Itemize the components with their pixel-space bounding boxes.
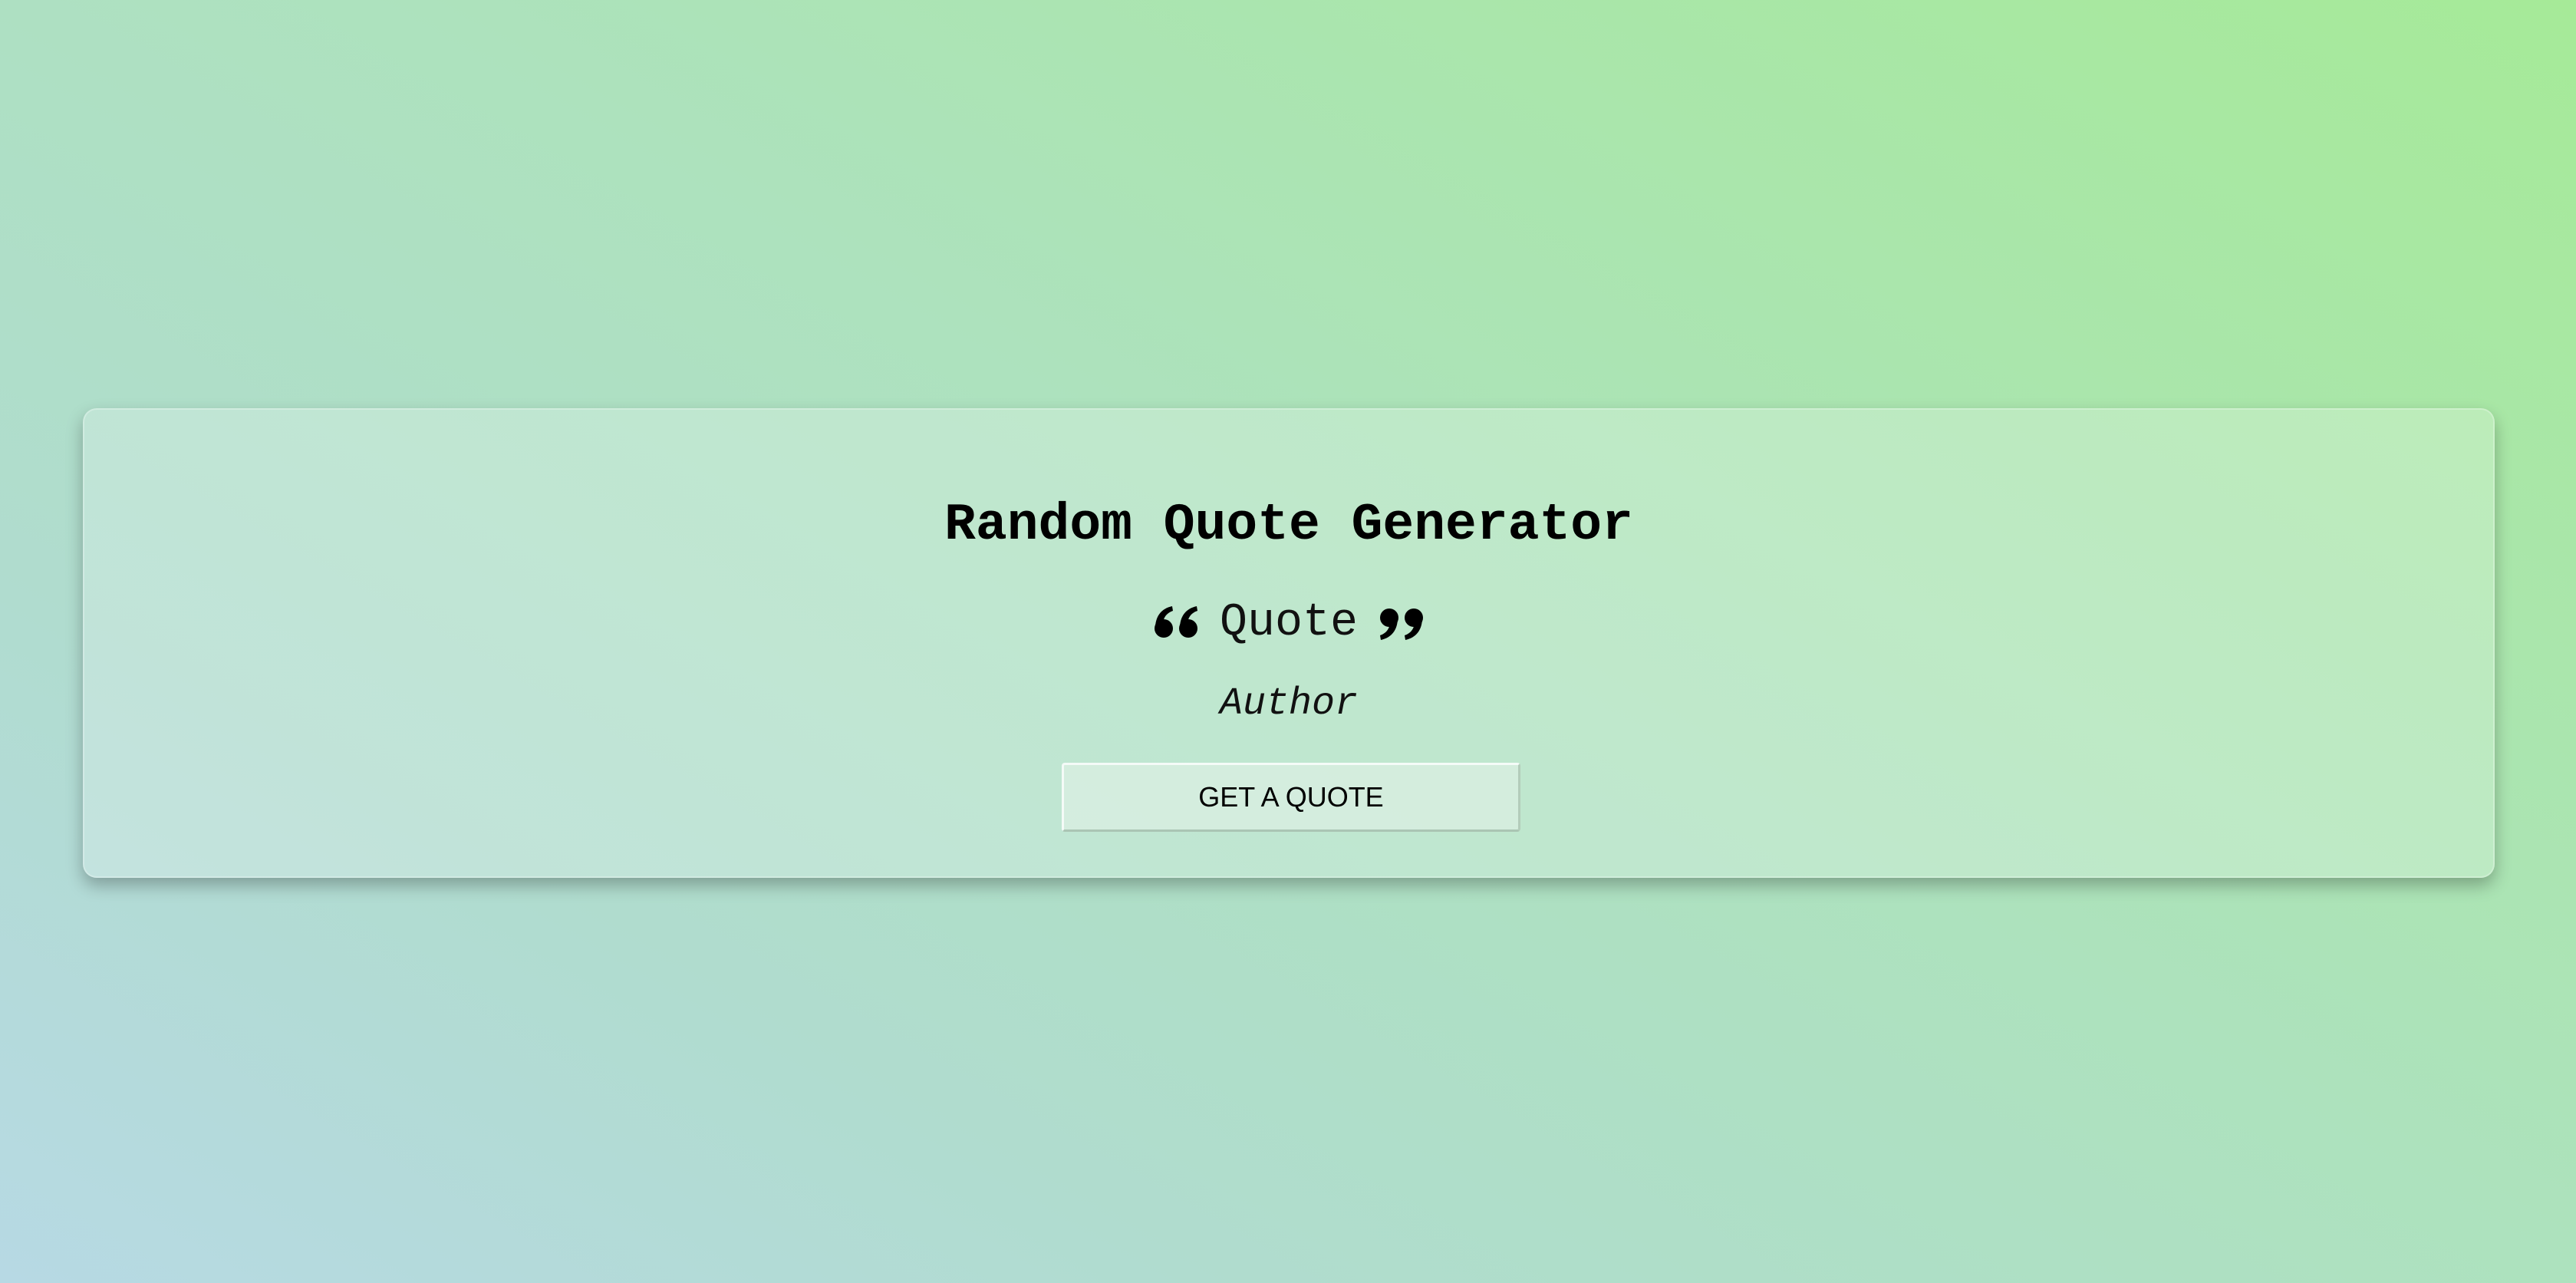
- page-title: Random Quote Generator: [944, 496, 1633, 555]
- get-quote-button[interactable]: GET A QUOTE: [1062, 763, 1520, 832]
- left-double-quote-icon: [1154, 605, 1198, 642]
- right-double-quote-icon: [1379, 605, 1424, 642]
- quote-text: Quote: [1219, 597, 1359, 649]
- quote-container: Quote: [84, 586, 2493, 660]
- author-text: Author: [1219, 682, 1359, 726]
- quote-card: Random Quote Generator Quote Author GET …: [83, 408, 2495, 878]
